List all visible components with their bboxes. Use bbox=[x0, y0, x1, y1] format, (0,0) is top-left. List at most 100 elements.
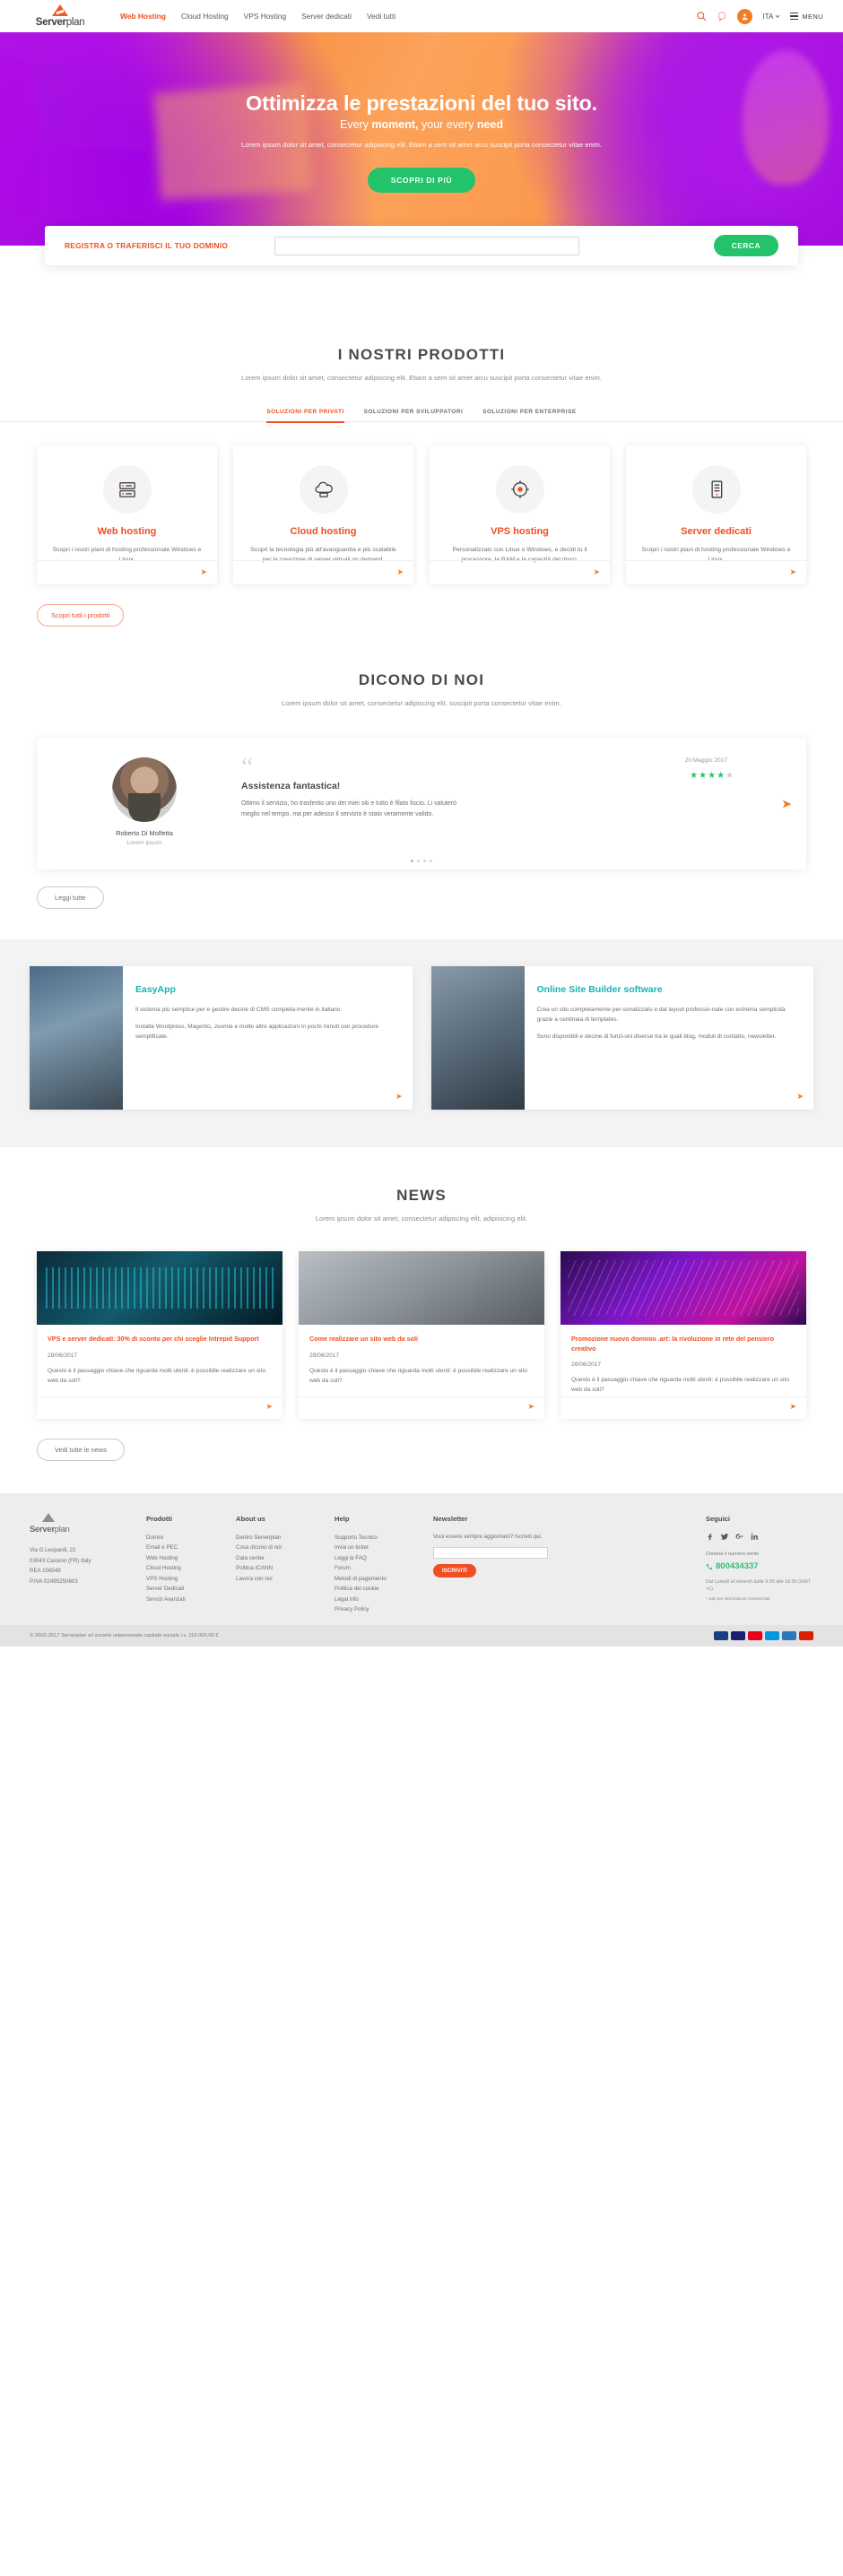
facebook-icon[interactable] bbox=[706, 1533, 714, 1541]
arrow-right-icon[interactable]: ➤ bbox=[796, 1092, 804, 1102]
arrow-right-icon[interactable]: ➤ bbox=[789, 1402, 796, 1412]
testimonial-author: Roberto Di Molfetta Lorem ipsum bbox=[55, 757, 234, 846]
app-card-paragraph: Installa Wordpress, Magento, Joomla e mo… bbox=[135, 1024, 379, 1041]
footer-link[interactable]: Leggi le FAQ bbox=[335, 1553, 417, 1563]
footer-link[interactable]: Invia un ticket bbox=[335, 1543, 417, 1552]
arrow-right-icon[interactable]: ➤ bbox=[265, 1402, 273, 1412]
all-news-button[interactable]: Vedi tutte le news bbox=[37, 1438, 125, 1461]
language-selector[interactable]: ITA bbox=[762, 13, 780, 21]
carousel-dot[interactable] bbox=[423, 860, 426, 863]
footer-link[interactable]: Data center bbox=[236, 1553, 318, 1563]
cloud-server-icon bbox=[299, 465, 348, 514]
support-chat-icon[interactable] bbox=[717, 11, 727, 22]
testimonial-next-icon[interactable]: ➤ bbox=[781, 796, 792, 811]
read-all-testimonials-button[interactable]: Leggi tutte bbox=[37, 886, 104, 910]
arrow-right-icon[interactable]: ➤ bbox=[396, 567, 404, 577]
testimonial-heading: Assistenza fantastica! bbox=[241, 781, 341, 792]
search-icon[interactable] bbox=[696, 11, 707, 22]
footer-newsletter: Newsletter Vuoi essere sempre aggiornato… bbox=[433, 1513, 548, 1615]
linkedin-icon[interactable] bbox=[751, 1533, 759, 1541]
product-card[interactable]: Cloud hosting Scopri la tecnologia più a… bbox=[233, 445, 413, 585]
arrow-right-icon[interactable]: ➤ bbox=[395, 1092, 403, 1102]
phone-number[interactable]: 800434337 bbox=[706, 1559, 813, 1575]
news-card-title: Come realizzare un sito web da soli bbox=[309, 1335, 419, 1344]
site-header: Serverplan Web Hosting Cloud Hosting VPS… bbox=[0, 0, 843, 32]
nav-item-server-dedicati[interactable]: Server dedicati bbox=[301, 12, 352, 21]
menu-label: MENU bbox=[802, 12, 823, 21]
footer-link[interactable]: Metodi di pagamento bbox=[335, 1574, 417, 1584]
footer-social: Seguici Chiama il numero verde 800434337… bbox=[706, 1513, 813, 1615]
phone-icon bbox=[707, 1563, 712, 1569]
product-card[interactable]: VPS hosting Personalizzalo con Linux o W… bbox=[430, 445, 610, 585]
footer-link[interactable]: VPS Hosting bbox=[146, 1574, 220, 1584]
social-icon-row bbox=[706, 1533, 813, 1541]
app-card-easyapp[interactable]: EasyApp Il sistema più semplice per e ge… bbox=[30, 966, 413, 1111]
product-card[interactable]: Server dedicati Scopri i nostri piani di… bbox=[626, 445, 806, 585]
footer-column-about: About us Dentro Serverplan Cosa dicono d… bbox=[236, 1513, 318, 1615]
arrow-right-icon[interactable]: ➤ bbox=[593, 567, 600, 577]
menu-button[interactable]: MENU bbox=[790, 13, 823, 21]
footer-link[interactable]: Legal info bbox=[335, 1595, 417, 1604]
arrow-right-icon[interactable]: ➤ bbox=[200, 567, 207, 577]
phone-number-text: 800434337 bbox=[716, 1561, 759, 1572]
news-card[interactable]: VPS e server dedicati: 30% di sconto per… bbox=[37, 1251, 282, 1419]
carousel-dot[interactable] bbox=[411, 860, 413, 863]
footer-link[interactable]: Lavora con noi bbox=[236, 1574, 318, 1584]
footer-column-heading: Newsletter bbox=[433, 1514, 468, 1523]
app-card-title: Online Site Builder software bbox=[536, 984, 663, 996]
divider bbox=[299, 1396, 544, 1397]
arrow-right-icon[interactable]: ➤ bbox=[789, 567, 796, 577]
footer-link[interactable]: Dentro Serverplan bbox=[236, 1533, 318, 1543]
footer-column-heading: About us bbox=[236, 1514, 265, 1523]
google-plus-icon[interactable] bbox=[735, 1533, 744, 1541]
nav-item-vedi-tutti[interactable]: Vedi tutti bbox=[367, 12, 395, 21]
twitter-icon[interactable] bbox=[720, 1533, 729, 1541]
app-card-site-builder[interactable]: Online Site Builder software Crea un sit… bbox=[430, 966, 813, 1111]
man-glasses-photo bbox=[299, 1251, 544, 1326]
footer-link[interactable]: Supporto Tecnico bbox=[335, 1533, 417, 1543]
newsletter-subscribe-button[interactable]: ISCRIVITI bbox=[433, 1563, 476, 1578]
footer-link[interactable]: Web Hosting bbox=[146, 1553, 220, 1563]
footer-link[interactable]: Forum bbox=[335, 1563, 417, 1573]
domain-search-box: REGISTRA O TRAFERISCI IL TUO DOMINIO CER… bbox=[45, 226, 798, 265]
footer-link[interactable]: Email e PEC bbox=[146, 1543, 220, 1552]
news-card[interactable]: Promozione nuovo dominio .art: la rivolu… bbox=[561, 1251, 806, 1419]
avatar[interactable] bbox=[737, 8, 753, 24]
newsletter-email-input[interactable] bbox=[433, 1546, 548, 1559]
header-actions: ITA MENU bbox=[696, 8, 823, 24]
footer-link[interactable]: Cosa dicono di noi bbox=[236, 1543, 318, 1552]
nav-item-web-hosting[interactable]: Web Hosting bbox=[120, 12, 166, 21]
carousel-dot[interactable] bbox=[430, 860, 432, 863]
carousel-dot[interactable] bbox=[417, 860, 420, 863]
domain-search-button[interactable]: CERCA bbox=[713, 235, 778, 256]
footer-link[interactable]: Privacy Policy bbox=[335, 1604, 417, 1614]
nav-item-cloud-hosting[interactable]: Cloud Hosting bbox=[181, 12, 229, 21]
footer-link[interactable]: Cloud Hosting bbox=[146, 1563, 220, 1573]
product-card-list: Web hosting Scopri i nostri piani di hos… bbox=[0, 422, 843, 585]
all-products-button[interactable]: Scopri tutti i prodotti bbox=[37, 604, 125, 627]
news-card[interactable]: Come realizzare un sito web da soli 28/0… bbox=[299, 1251, 544, 1419]
tab-soluzioni-sviluppatori[interactable]: SOLUZIONI PER SVILUPPATORI bbox=[364, 409, 464, 421]
footer-link[interactable]: Servizi Avanzati bbox=[146, 1595, 220, 1604]
nav-item-vps-hosting[interactable]: VPS Hosting bbox=[244, 12, 286, 21]
domain-search-section: REGISTRA O TRAFERISCI IL TUO DOMINIO CER… bbox=[0, 226, 843, 307]
tab-soluzioni-enterprise[interactable]: SOLUZIONI PER ENTERPRISE bbox=[482, 409, 576, 421]
product-card[interactable]: Web hosting Scopri i nostri piani di hos… bbox=[37, 445, 217, 585]
footer-link[interactable]: Domini bbox=[146, 1533, 220, 1543]
divider bbox=[626, 560, 806, 562]
divider bbox=[233, 560, 413, 562]
footer-link[interactable]: Server Dedicati bbox=[146, 1584, 220, 1594]
footer-link[interactable]: Politica ICANN bbox=[236, 1563, 318, 1573]
arrow-right-icon[interactable]: ➤ bbox=[527, 1402, 534, 1412]
payment-icons bbox=[714, 1631, 813, 1641]
logo[interactable]: Serverplan bbox=[25, 4, 95, 28]
app-card-title: EasyApp bbox=[135, 984, 176, 996]
footer-logo[interactable]: Serverplan bbox=[30, 1512, 130, 1538]
testimonial-date: 20 Maggio 2017 bbox=[684, 757, 727, 765]
hero-cta-button[interactable]: SCOPRI DI PIÙ bbox=[367, 167, 476, 193]
news-card-date: 28/06/2017 bbox=[48, 1352, 78, 1359]
tab-soluzioni-privati[interactable]: SOLUZIONI PER PRIVATI bbox=[266, 409, 344, 423]
footer-link[interactable]: Politica dei cookie bbox=[335, 1584, 417, 1594]
products-title: I NOSTRI PRODOTTI bbox=[337, 346, 506, 363]
domain-search-input[interactable] bbox=[274, 236, 580, 255]
